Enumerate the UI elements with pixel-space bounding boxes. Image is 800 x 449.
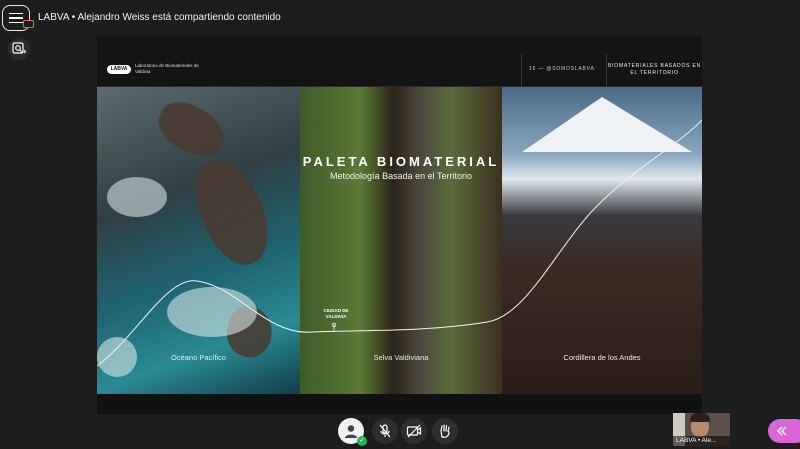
participant-name: LABVA • Ale... [673,436,730,446]
raise-hand-icon [440,424,450,438]
city-marker-label: CIUDAD DE VALDIVIA [323,308,349,319]
participant-video-tile[interactable]: LABVA • Ale... [673,413,730,446]
user-status-button[interactable]: ✓ [338,418,367,446]
slide-title: PALETA BIOMATERIAL Metodología Basada en… [300,154,502,181]
microphone-muted-icon [379,424,391,438]
camera-button[interactable] [401,418,427,444]
status-check-icon: ✓ [357,436,367,446]
camera-off-icon [406,424,422,438]
slide-title-main: PALETA BIOMATERIAL [302,154,500,169]
user-avatar-icon [345,425,357,438]
session-title: LABVA • Alejandro Weiss está compartiend… [38,12,281,23]
main-menu-button[interactable] [2,5,34,31]
double-chevron-left-icon [777,426,787,436]
screen-share-icon [12,42,26,54]
shared-presentation: LABVA Laboratorio de Biomateriales de Va… [97,36,702,414]
territory-route-line [97,119,702,367]
screen-share-button[interactable] [8,38,30,60]
raise-hand-button[interactable] [432,418,458,444]
expand-panel-button[interactable] [768,419,800,443]
hamburger-menu-icon [9,12,23,15]
slide-subtitle: Metodología Basada en el Territorio [330,171,472,181]
slide-footer [97,394,702,414]
mute-button[interactable] [372,418,398,444]
notification-badge [23,20,34,28]
